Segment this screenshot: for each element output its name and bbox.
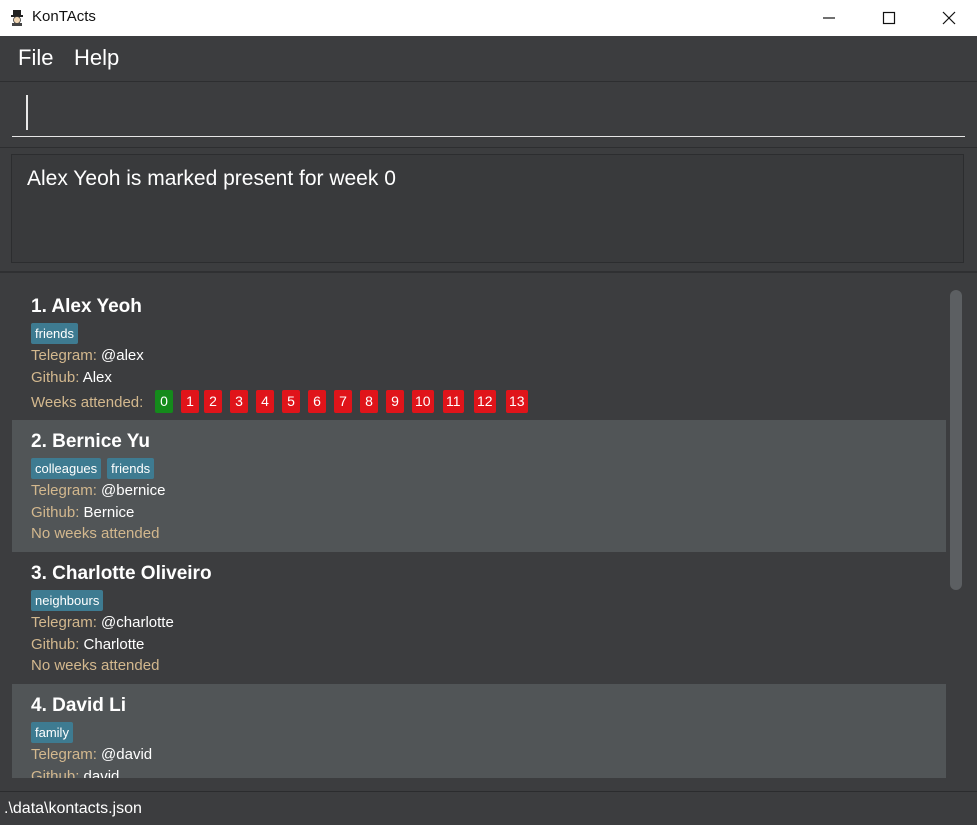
telegram-value: @david [101, 746, 153, 763]
tag-badge: friends [107, 458, 155, 479]
no-weeks-row: No weeks attended [31, 525, 159, 542]
person-card[interactable]: 4. David Li family Telegram: @david Gith… [12, 684, 946, 778]
no-weeks-label: No weeks attended [31, 657, 160, 674]
github-label: Github: [31, 636, 84, 653]
command-input[interactable] [12, 90, 965, 137]
minimize-button[interactable] [806, 0, 852, 36]
week-badge: 5 [282, 390, 300, 413]
telegram-row: Telegram: @charlotte [31, 614, 174, 631]
tag-list: family [31, 722, 79, 744]
command-box [0, 82, 977, 148]
person-name: 3. Charlotte Oliveiro [31, 563, 212, 584]
tag-badge: colleagues [31, 458, 102, 479]
github-value: Bernice [83, 504, 135, 521]
telegram-value: @alex [101, 347, 144, 364]
menu-file[interactable]: File [18, 45, 53, 71]
telegram-row: Telegram: @bernice [31, 482, 165, 499]
minimize-icon [823, 17, 835, 19]
github-value: david [83, 768, 120, 778]
tag-badge: family [31, 722, 73, 743]
tag-badge: friends [31, 323, 79, 344]
tag-badge: neighbours [31, 590, 104, 611]
tag-list: colleagues friends [31, 458, 160, 480]
no-weeks-label: No weeks attended [31, 525, 160, 542]
telegram-row: Telegram: @alex [31, 347, 144, 364]
person-card[interactable]: 2. Bernice Yu colleagues friends Telegram… [12, 420, 946, 552]
github-row: Github: Alex [31, 369, 112, 386]
menu-bar: File Help [0, 36, 977, 82]
week-badge: 13 [506, 390, 528, 413]
github-row: Github: david [31, 768, 119, 778]
status-bar: .\data\kontacts.json [0, 791, 977, 825]
telegram-label: Telegram: [31, 482, 102, 499]
result-message: Alex Yeoh is marked present for week 0 [27, 167, 396, 190]
person-list[interactable]: 1. Alex Yeoh friends Telegram: @alex Git… [12, 285, 946, 778]
text-caret [26, 95, 28, 130]
tag-list: neighbours [31, 590, 109, 612]
github-label: Github: [31, 768, 84, 778]
week-badge: 3 [230, 390, 248, 413]
app-logo-icon [11, 10, 23, 26]
github-row: Github: Bernice [31, 504, 134, 521]
menu-help[interactable]: Help [74, 45, 119, 71]
week-badge: 10 [412, 390, 434, 413]
week-badge: 6 [308, 390, 326, 413]
week-badge: 2 [204, 390, 222, 413]
week-badge: 1 [181, 390, 199, 413]
week-badge: 0 [155, 390, 173, 413]
week-badge: 9 [386, 390, 404, 413]
close-icon [942, 11, 956, 25]
week-badge: 12 [474, 390, 496, 413]
person-card[interactable]: 3. Charlotte Oliveiro neighbours Telegra… [12, 552, 946, 684]
maximize-icon [882, 11, 896, 25]
week-badge: 11 [443, 390, 464, 413]
telegram-row: Telegram: @david [31, 746, 152, 763]
weeks-label: Weeks attended: [31, 394, 144, 411]
github-value: Charlotte [83, 636, 145, 653]
telegram-value: @charlotte [101, 614, 174, 631]
person-card[interactable]: 1. Alex Yeoh friends Telegram: @alex Git… [12, 285, 946, 420]
person-name: 2. Bernice Yu [31, 431, 150, 452]
result-display[interactable]: Alex Yeoh is marked present for week 0 [11, 154, 964, 263]
title-bar: KonTActs [0, 0, 977, 36]
close-button[interactable] [926, 0, 972, 36]
weeks-attended-row: Weeks attended: 0 1 2 3 4 5 6 7 8 9 10 1… [31, 390, 931, 414]
window-title: KonTActs [32, 8, 96, 25]
telegram-label: Telegram: [31, 614, 102, 631]
telegram-label: Telegram: [31, 746, 102, 763]
github-label: Github: [31, 504, 84, 521]
person-name: 1. Alex Yeoh [31, 296, 142, 317]
list-scrollbar[interactable] [950, 290, 962, 590]
telegram-value: @bernice [101, 482, 166, 499]
week-badge: 8 [360, 390, 378, 413]
person-list-pane: 1. Alex Yeoh friends Telegram: @alex Git… [0, 273, 977, 791]
telegram-label: Telegram: [31, 347, 102, 364]
github-label: Github: [31, 369, 83, 386]
github-row: Github: Charlotte [31, 636, 144, 653]
save-file-path: .\data\kontacts.json [4, 800, 142, 817]
week-badge: 7 [334, 390, 352, 413]
result-pane: Alex Yeoh is marked present for week 0 [0, 148, 977, 273]
person-name: 4. David Li [31, 695, 127, 716]
maximize-button[interactable] [866, 0, 912, 36]
tag-list: friends [31, 323, 84, 345]
github-value: Alex [82, 369, 112, 386]
no-weeks-row: No weeks attended [31, 657, 159, 674]
week-badge: 4 [256, 390, 274, 413]
